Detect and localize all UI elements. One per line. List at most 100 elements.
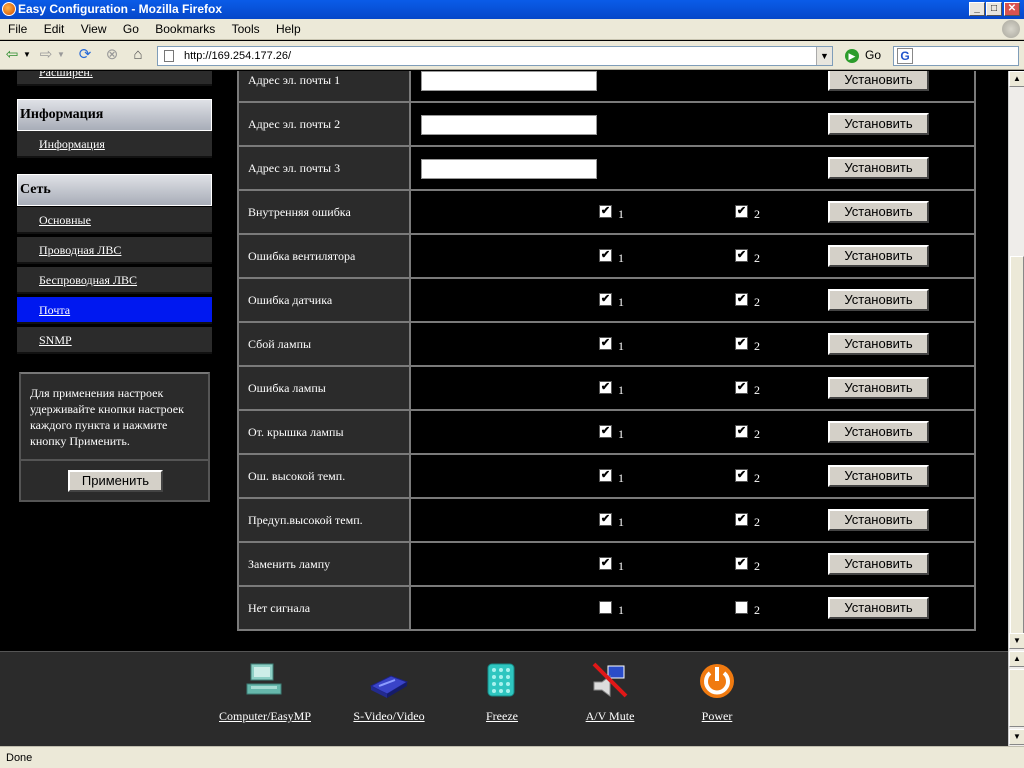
notify-checkbox[interactable]: ✔: [599, 557, 612, 570]
set-button[interactable]: Установить: [828, 289, 929, 311]
footer-item-av-mute[interactable]: A/V Mute: [580, 662, 640, 724]
scroll-thumb[interactable]: [1009, 669, 1024, 727]
set-button[interactable]: Установить: [828, 553, 929, 575]
notify-checkbox[interactable]: ✔: [599, 425, 612, 438]
set-button[interactable]: Установить: [828, 597, 929, 619]
scroll-down-icon[interactable]: ▼: [1009, 729, 1024, 745]
back-icon[interactable]: ⇦: [4, 46, 20, 64]
notify-checkbox[interactable]: ✔: [735, 425, 748, 438]
notify-checkbox[interactable]: ✔: [735, 293, 748, 306]
checkbox-number: 2: [754, 339, 760, 353]
email-field[interactable]: [421, 115, 597, 135]
apply-button[interactable]: Применить: [68, 470, 163, 492]
row-value: ✔1✔2✔3Установить: [411, 235, 974, 277]
set-button[interactable]: Установить: [828, 509, 929, 531]
sidebar-link[interactable]: Почта: [39, 303, 70, 318]
url-dropdown-icon[interactable]: ▼: [816, 47, 832, 65]
notify-checkbox[interactable]: ✔: [735, 337, 748, 350]
sidebar-item-wireless-lan[interactable]: Беспроводная ЛВС: [17, 267, 212, 294]
notify-checkbox[interactable]: ✔: [599, 513, 612, 526]
stop-icon[interactable]: ⊗: [103, 46, 121, 64]
set-button[interactable]: Установить: [828, 113, 929, 135]
apply-note-text: Для применения настроек удерживайте кноп…: [30, 386, 184, 448]
minimize-button[interactable]: _: [969, 2, 985, 16]
forward-icon[interactable]: ⇨: [38, 46, 54, 64]
footer-item-power[interactable]: Power: [697, 662, 737, 724]
menu-tools[interactable]: Tools: [224, 19, 265, 36]
go-icon: ▶: [845, 48, 859, 63]
footer-label[interactable]: Power: [697, 709, 737, 724]
set-button[interactable]: Установить: [828, 465, 929, 487]
notify-checkbox[interactable]: ✔: [735, 557, 748, 570]
menu-bookmarks[interactable]: Bookmarks: [147, 19, 220, 36]
footer-label[interactable]: Computer/EasyMP: [213, 709, 317, 724]
set-button[interactable]: Установить: [828, 71, 929, 91]
sidebar-item-info[interactable]: Информация: [17, 131, 212, 158]
checkbox-number: 1: [618, 295, 624, 309]
sidebar-link[interactable]: Информация: [39, 137, 105, 152]
notify-checkbox[interactable]: ✔: [599, 205, 612, 218]
notify-checkbox[interactable]: ✔: [735, 469, 748, 482]
vertical-scrollbar[interactable]: ▲ ▼: [1008, 71, 1024, 651]
table-row: Ош. высокой темп.✔1✔2✔3Установить: [237, 455, 976, 499]
footer-label[interactable]: A/V Mute: [580, 709, 640, 724]
home-icon[interactable]: ⌂: [129, 46, 147, 64]
notify-checkbox[interactable]: ✔: [599, 293, 612, 306]
email-field[interactable]: [421, 71, 597, 91]
sidebar-link[interactable]: Расширен.: [39, 71, 93, 80]
set-button[interactable]: Установить: [828, 333, 929, 355]
set-button[interactable]: Установить: [828, 377, 929, 399]
menu-file[interactable]: File: [0, 19, 32, 36]
forward-dropdown-icon[interactable]: ▼: [56, 46, 66, 64]
footer-item-freeze[interactable]: Freeze: [480, 662, 524, 724]
scroll-up-icon[interactable]: ▲: [1009, 651, 1024, 667]
notify-checkbox[interactable]: ✔: [735, 205, 748, 218]
sidebar-link[interactable]: Проводная ЛВС: [39, 243, 121, 258]
menu-go[interactable]: Go: [115, 19, 144, 36]
sidebar-item-wired-lan[interactable]: Проводная ЛВС: [17, 237, 212, 264]
notify-checkbox[interactable]: ✔: [735, 513, 748, 526]
notify-checkbox[interactable]: ✔: [735, 381, 748, 394]
scroll-thumb[interactable]: [1010, 256, 1024, 636]
maximize-button[interactable]: □: [986, 2, 1002, 16]
sidebar-link[interactable]: Беспроводная ЛВС: [39, 273, 137, 288]
notify-checkbox[interactable]: [735, 601, 748, 614]
go-button[interactable]: ▶ Go: [845, 48, 881, 63]
scroll-down-icon[interactable]: ▼: [1009, 633, 1024, 649]
row-value: ✔1✔2✔3Установить: [411, 367, 974, 409]
email-field[interactable]: [421, 159, 597, 179]
set-button[interactable]: Установить: [828, 157, 929, 179]
back-dropdown-icon[interactable]: ▼: [22, 46, 32, 64]
set-button[interactable]: Установить: [828, 201, 929, 223]
footer-item-computer[interactable]: Computer/EasyMP: [213, 662, 317, 724]
footer-label[interactable]: S-Video/Video: [350, 709, 428, 724]
notify-checkbox[interactable]: ✔: [735, 249, 748, 262]
menu-view[interactable]: View: [73, 19, 112, 36]
url-bar[interactable]: http://169.254.177.26/ ▼: [157, 46, 833, 66]
search-box[interactable]: G: [893, 46, 1019, 66]
set-button[interactable]: Установить: [828, 245, 929, 267]
menu-help[interactable]: Help: [268, 19, 306, 36]
go-label: Go: [865, 48, 882, 62]
notify-checkbox[interactable]: [599, 601, 612, 614]
close-button[interactable]: ✕: [1004, 2, 1020, 16]
set-button[interactable]: Установить: [828, 421, 929, 443]
row-value: Установить: [411, 71, 974, 101]
sidebar-item-advanced[interactable]: Расширен.: [17, 71, 212, 86]
menu-edit[interactable]: Edit: [36, 19, 70, 36]
sidebar-link[interactable]: Основные: [39, 213, 91, 228]
reload-icon[interactable]: ⟳: [76, 46, 94, 64]
notify-checkbox[interactable]: ✔: [599, 337, 612, 350]
sidebar-link[interactable]: SNMP: [39, 333, 72, 348]
sidebar-item-mail[interactable]: Почта: [17, 297, 212, 324]
footer-scrollbar[interactable]: ▲ ▼: [1008, 651, 1024, 746]
footer-item-svideo[interactable]: S-Video/Video: [350, 662, 428, 724]
sidebar-item-basic[interactable]: Основные: [17, 207, 212, 234]
notify-checkbox[interactable]: ✔: [599, 469, 612, 482]
scroll-up-icon[interactable]: ▲: [1009, 71, 1024, 87]
notify-checkbox[interactable]: ✔: [599, 249, 612, 262]
footer-label[interactable]: Freeze: [480, 709, 524, 724]
notify-checkbox[interactable]: ✔: [599, 381, 612, 394]
checkbox-number: 2: [754, 295, 760, 309]
sidebar-item-snmp[interactable]: SNMP: [17, 327, 212, 354]
